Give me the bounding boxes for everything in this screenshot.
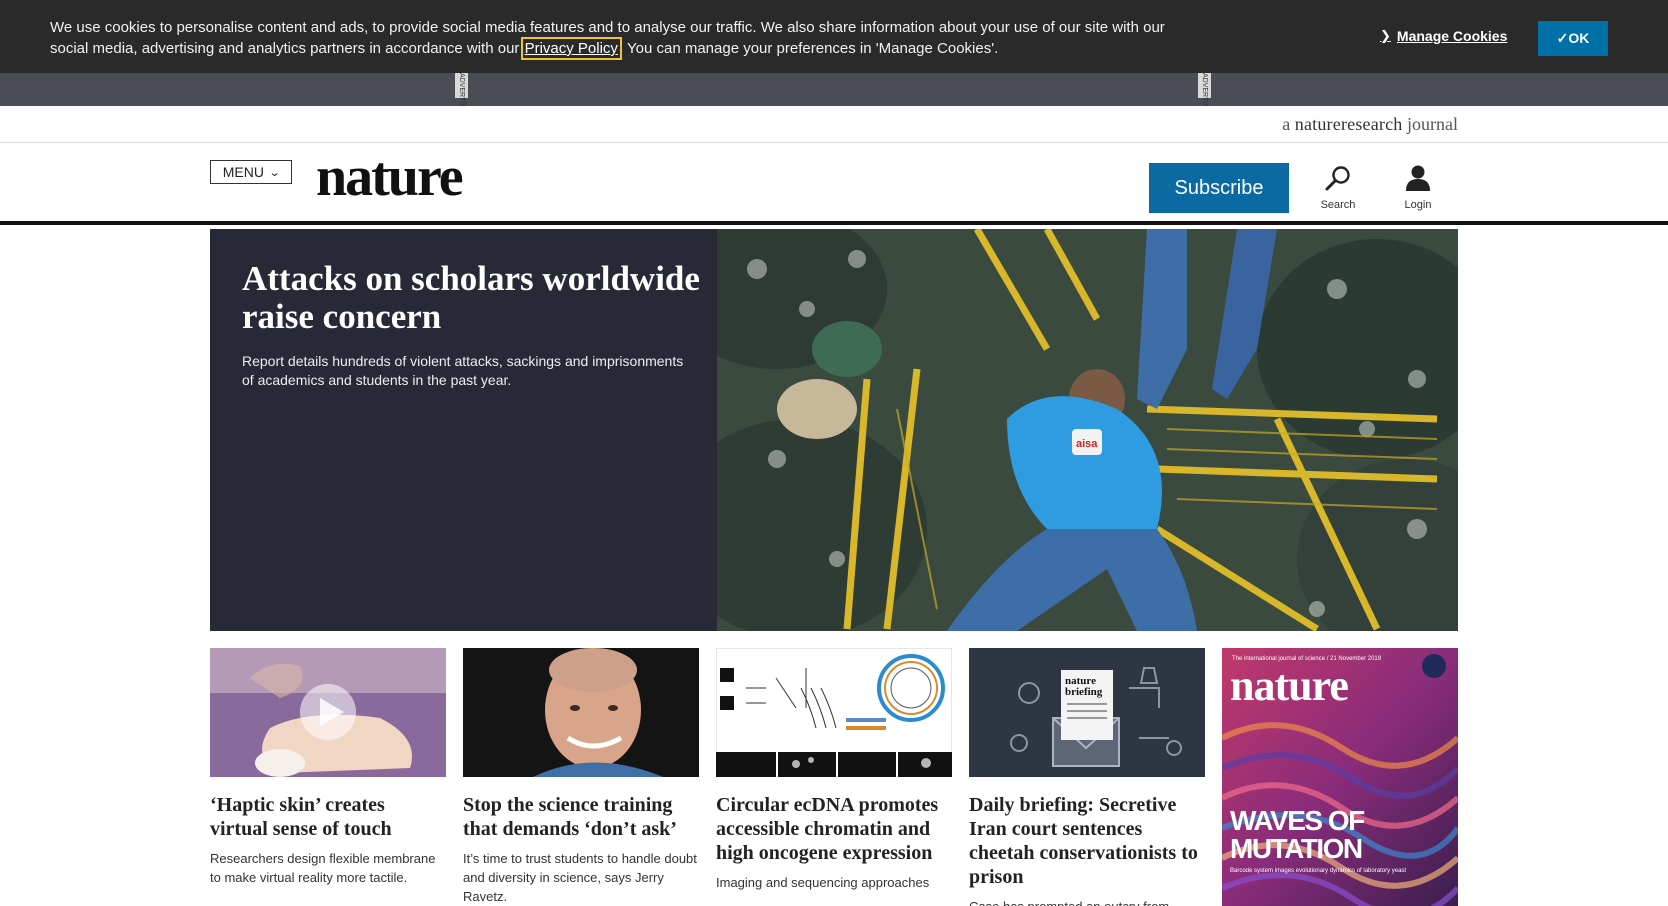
card-title[interactable]: Daily briefing: Secretive Iran court sen… (969, 793, 1205, 889)
article-card-1[interactable]: ‘Haptic skin’ creates virtual sense of t… (210, 648, 446, 887)
cover-masthead: nature (1230, 661, 1348, 710)
research-bar: a natureresearch journal (0, 106, 1668, 143)
current-issue-cover[interactable]: The international journal of science / 2… (1222, 648, 1458, 906)
manage-cookies-label: Manage Cookies (1396, 28, 1508, 44)
cookie-banner: We use cookies to personalise content an… (0, 0, 1668, 73)
login-button[interactable]: Login (1388, 163, 1448, 211)
hero-image[interactable]: aisa (717, 229, 1458, 631)
card-summary: Imaging and sequencing approaches (716, 875, 930, 890)
login-label: Login (1404, 199, 1432, 211)
hero-image-badge: aisa (1076, 438, 1098, 450)
cover-headline-line-2: MUTATION (1230, 833, 1362, 864)
tagline-suffix: journal (1402, 114, 1458, 134)
search-button[interactable]: Search (1308, 163, 1368, 211)
subscribe-button[interactable]: Subscribe (1149, 163, 1289, 213)
hero-text-panel: Attacks on scholars worldwide raise conc… (210, 229, 717, 631)
hero-title[interactable]: Attacks on scholars worldwide raise conc… (242, 260, 702, 336)
cookie-text-after: . You can manage your preferences in 'Ma… (618, 40, 999, 57)
user-icon (1388, 163, 1448, 193)
article-card-2[interactable]: Stop the science training that demands ‘… (463, 648, 699, 906)
cookie-message: We use cookies to personalise content an… (50, 17, 1190, 60)
cookie-ok-button[interactable]: ✓OK (1538, 21, 1608, 56)
chevron-down-icon: ⌄ (268, 166, 281, 179)
privacy-policy-link[interactable]: Privacy Policy (520, 37, 622, 60)
tagline-prefix: a (1282, 114, 1295, 134)
card-title[interactable]: ‘Haptic skin’ creates virtual sense of t… (210, 793, 446, 841)
card-summary: It’s time to trust students to handle do… (463, 851, 697, 904)
card-summary: Researchers design flexible membrane to … (210, 851, 436, 885)
briefing-word-briefing: briefing (1065, 686, 1103, 698)
card-summary: Case has prompted an outcry from (969, 897, 1205, 906)
chevron-right-icon: ❯ (1380, 28, 1391, 43)
article-card-4[interactable]: nature briefing Daily briefing: Secretiv… (969, 648, 1205, 906)
hero-summary: Report details hundreds of violent attac… (242, 353, 684, 388)
hero-story[interactable]: Attacks on scholars worldwide raise conc… (210, 229, 1458, 631)
cover-deck: Barcode system images evolutionary dynam… (1230, 868, 1406, 874)
article-card-3[interactable]: Circular ecDNA promotes accessible chrom… (716, 648, 952, 892)
ecdna-figure-image[interactable] (716, 648, 952, 777)
menu-button[interactable]: MENU ⌄ (210, 160, 292, 184)
nature-logo[interactable]: nature (316, 145, 464, 209)
cover-headline-line-1: WAVES OF (1230, 805, 1365, 836)
site-header: MENU ⌄ nature Subscribe Search Login (0, 143, 1668, 225)
nature-briefing-image[interactable]: nature briefing (969, 648, 1205, 777)
search-label: Search (1320, 199, 1356, 211)
card-title[interactable]: Circular ecDNA promotes accessible chrom… (716, 793, 952, 865)
advertisement-strip: ADVERTISEMENT ADVERTISEMENT (0, 73, 1668, 132)
jerry-ravetz-portrait[interactable] (463, 648, 699, 777)
menu-label: MENU (222, 164, 264, 180)
tagline-brand: natureresearch (1294, 114, 1403, 134)
search-icon (1308, 163, 1368, 193)
ad-tag-right: ADVERTISEMENT (1198, 73, 1211, 132)
haptic-skin-image[interactable] (210, 648, 446, 777)
natureresearch-tagline[interactable]: a natureresearch journal (1282, 114, 1458, 135)
ad-tag-left: ADVERTISEMENT (455, 73, 468, 132)
card-title[interactable]: Stop the science training that demands ‘… (463, 793, 699, 841)
manage-cookies-link[interactable]: ❯ Manage Cookies (1380, 28, 1507, 44)
